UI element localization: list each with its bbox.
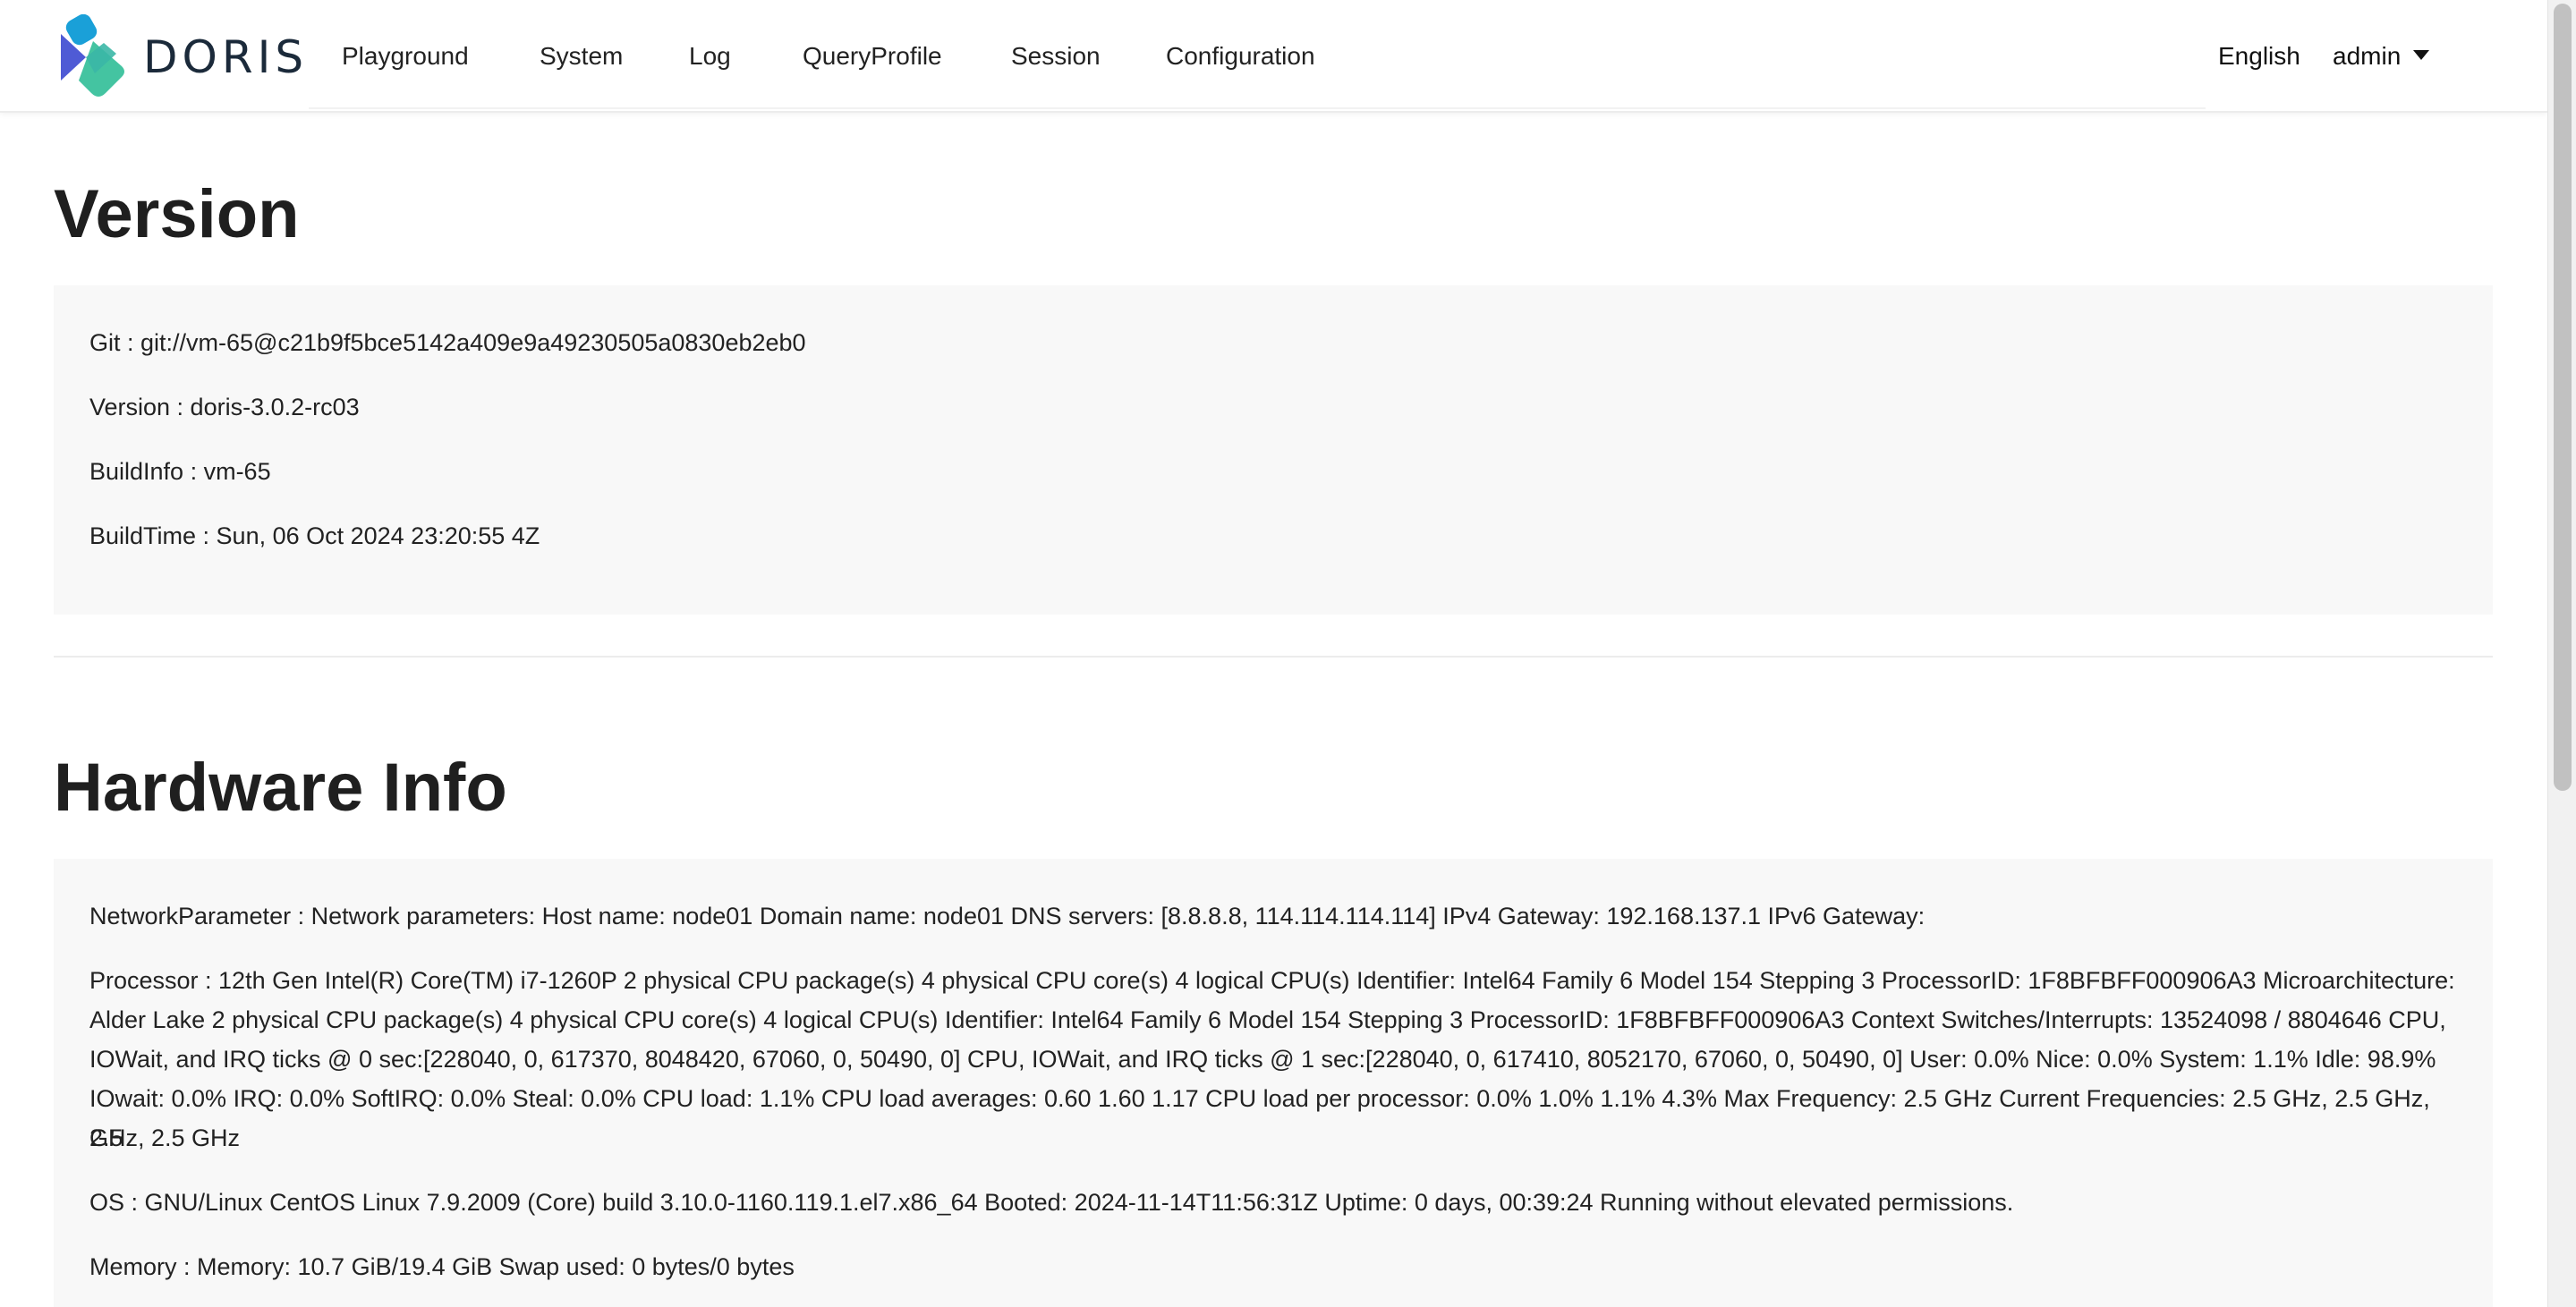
nav-log[interactable]: Log [689,0,731,113]
nav-session[interactable]: Session [1011,0,1101,113]
main-nav: Playground System Log QueryProfile Sessi… [309,0,2206,109]
hardware-processor-5: GHz, 2.5 GHz [89,1125,241,1151]
version-version: Version : doris-3.0.2-rc03 [89,394,360,420]
nav-system[interactable]: System [540,0,623,113]
version-git: Git : git://vm-65@c21b9f5bce5142a409e9a4… [89,329,806,356]
version-buildtime: BuildTime : Sun, 06 Oct 2024 23:20:55 4Z [89,522,540,549]
hardware-processor-2: Alder Lake 2 physical CPU package(s) 4 p… [89,1006,2446,1033]
hardware-processor-3: IOWait, and IRQ ticks @ 0 sec:[228040, 0… [89,1046,2436,1073]
top-header: DORIS Playground System Log QueryProfile… [0,0,2547,113]
doris-logo[interactable]: DORIS [59,13,311,102]
scrollbar-thumb[interactable] [2554,4,2572,791]
hardware-title: Hardware Info [54,750,507,826]
logo-text: DORIS [143,31,309,83]
hardware-network: NetworkParameter : Network parameters: H… [89,903,1926,929]
hardware-os: OS : GNU/Linux CentOS Linux 7.9.2009 (Co… [89,1189,2014,1216]
language-switch[interactable]: English [2218,0,2300,113]
caret-down-icon [2413,50,2430,61]
doris-logo-icon [61,14,124,97]
user-menu[interactable]: admin [2333,0,2430,113]
doris-web-ui: DORIS Playground System Log QueryProfile… [0,0,2547,1307]
hardware-processor-1: Processor : 12th Gen Intel(R) Core(TM) i… [89,967,2455,994]
version-buildinfo: BuildInfo : vm-65 [89,458,271,485]
nav-queryprofile[interactable]: QueryProfile [803,0,942,113]
version-title: Version [54,176,300,252]
hardware-panel: NetworkParameter : Network parameters: H… [54,859,2493,1307]
section-divider [54,656,2493,658]
page-scrollbar[interactable] [2547,0,2576,1307]
hardware-memory: Memory : Memory: 10.7 GiB/19.4 GiB Swap … [89,1253,795,1280]
nav-playground[interactable]: Playground [342,0,469,113]
user-name: admin [2333,42,2402,70]
nav-configuration[interactable]: Configuration [1166,0,1315,113]
version-panel: Git : git://vm-65@c21b9f5bce5142a409e9a4… [54,285,2493,615]
